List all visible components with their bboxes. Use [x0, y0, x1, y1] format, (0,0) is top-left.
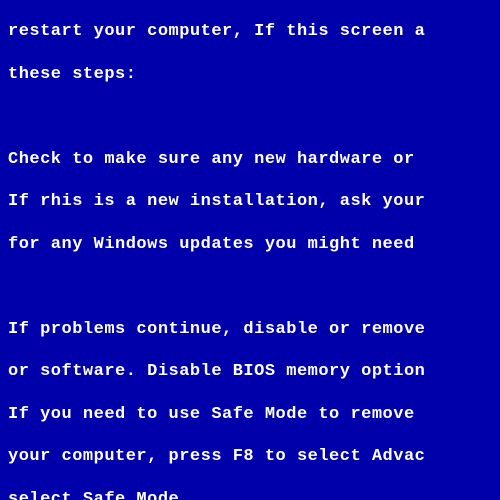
text-line: Check to make sure any new hardware or	[8, 149, 492, 170]
bsod-screen: restart your computer, If this screen a …	[0, 0, 500, 500]
text-line: restart your computer, If this screen a	[8, 21, 492, 42]
text-line: these steps:	[8, 64, 492, 85]
text-line: or software. Disable BIOS memory option	[8, 361, 492, 382]
blank-line	[8, 106, 492, 127]
text-line: If rhis is a new installation, ask your	[8, 191, 492, 212]
text-line: If problems continue, disable or remove	[8, 319, 492, 340]
text-line: your computer, press F8 to select Advac	[8, 446, 492, 467]
text-line: If you need to use Safe Mode to remove	[8, 404, 492, 425]
text-line: select Safe Mode.	[8, 489, 492, 500]
blank-line	[8, 276, 492, 297]
text-line: for any Windows updates you might need	[8, 234, 492, 255]
